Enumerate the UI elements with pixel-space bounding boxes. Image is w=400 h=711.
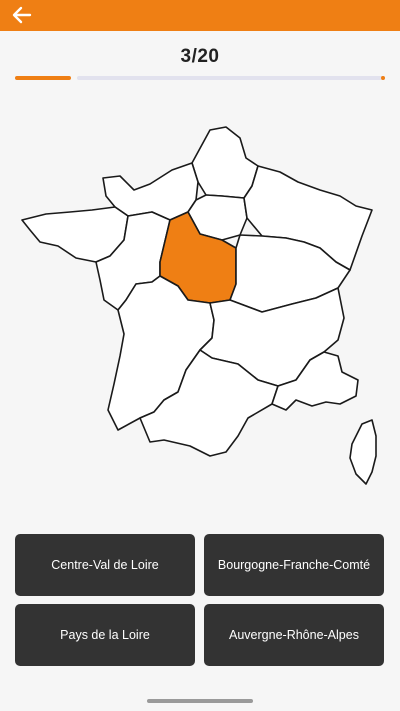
region-hauts-de-france[interactable] [191,126,259,199]
question-counter: 3/20 [180,46,220,67]
answer-button-4[interactable]: Auvergne-Rhône-Alpes [204,604,384,666]
france-regions-map [21,126,377,485]
answer-button-2[interactable]: Bourgogne-Franche-Comté [204,534,384,596]
arrow-left-icon [12,6,32,24]
progress-bar [15,76,385,80]
home-indicator[interactable] [147,699,253,703]
top-app-bar [0,0,400,31]
progress-end-dot [381,76,385,80]
progress-remaining [77,76,385,80]
answer-button-3[interactable]: Pays de la Loire [15,604,195,666]
region-corse[interactable] [349,419,377,485]
answer-button-1[interactable]: Centre-Val de Loire [15,534,195,596]
progress-fill [15,76,71,80]
back-button[interactable] [8,2,36,28]
